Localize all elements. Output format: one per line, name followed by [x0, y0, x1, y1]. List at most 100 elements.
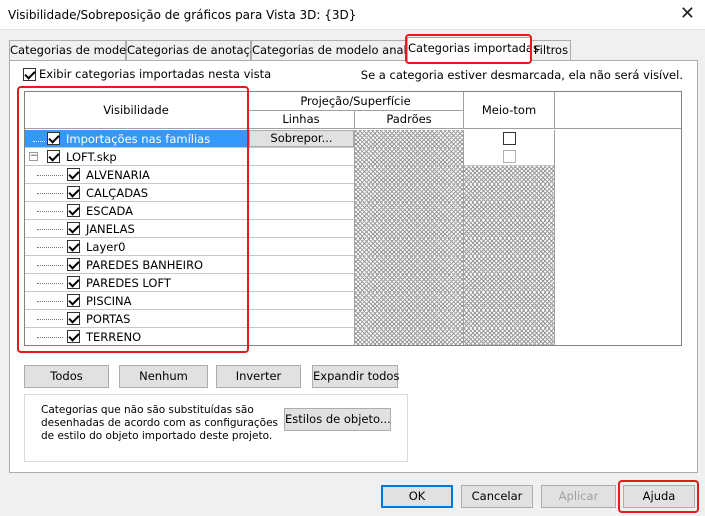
category-label: CALÇADAS	[86, 186, 149, 200]
halftone-cell[interactable]	[464, 238, 555, 256]
patterns-cell	[355, 292, 464, 310]
lines-cell[interactable]	[248, 220, 355, 238]
visibility-checkbox[interactable]	[67, 294, 80, 307]
visibility-checkbox[interactable]	[67, 222, 80, 235]
grid-row[interactable]: JANELAS	[25, 220, 555, 238]
header-patterns[interactable]: Padrões	[355, 111, 464, 129]
halftone-cell[interactable]	[464, 292, 555, 310]
lines-cell[interactable]	[248, 148, 355, 166]
grid-row[interactable]: TERRENO	[25, 328, 555, 345]
help-button[interactable]: Ajuda	[623, 485, 695, 508]
invert-button[interactable]: Inverter	[216, 365, 301, 388]
lines-cell[interactable]	[248, 238, 355, 256]
show-imported-label: Exibir categorias importadas nesta vista	[39, 67, 272, 81]
halftone-cell[interactable]	[464, 256, 555, 274]
lines-cell[interactable]	[248, 292, 355, 310]
lines-cell[interactable]	[248, 166, 355, 184]
visibility-cell: Importações nas famílias	[25, 130, 248, 148]
halftone-cell[interactable]	[464, 184, 555, 202]
patterns-cell	[355, 220, 464, 238]
category-label: ESCADA	[86, 204, 133, 218]
select-none-button[interactable]: Nenhum	[119, 365, 208, 388]
lines-cell[interactable]	[248, 256, 355, 274]
apply-button[interactable]: Aplicar	[541, 485, 616, 508]
visibility-cell: JANELAS	[25, 220, 248, 238]
grid-row[interactable]: PISCINA	[25, 292, 555, 310]
grid-row[interactable]: Importações nas famílias Sobrepor...	[25, 130, 555, 148]
tree-connector	[33, 141, 45, 142]
patterns-cell	[355, 256, 464, 274]
halftone-cell[interactable]	[464, 310, 555, 328]
info-box: Categorias que não são substituídas são …	[24, 394, 408, 462]
header-visibility[interactable]: Visibilidade	[25, 92, 248, 129]
title-bar: Visibilidade/Sobreposição de gráficos pa…	[0, 0, 705, 30]
halftone-cell[interactable]	[464, 274, 555, 292]
patterns-cell	[355, 238, 464, 256]
grid-row[interactable]: ESCADA	[25, 202, 555, 220]
halftone-cell[interactable]	[464, 130, 555, 148]
visibility-checkbox[interactable]	[67, 258, 80, 271]
override-button[interactable]: Sobrepor...	[249, 130, 354, 147]
visibility-checkbox[interactable]	[67, 276, 80, 289]
collapse-icon[interactable]: −	[29, 152, 38, 161]
cancel-button[interactable]: Cancelar	[461, 485, 533, 508]
tab-analytical-model-categories[interactable]: Categorias de modelo analítico	[251, 40, 431, 60]
halftone-cell[interactable]	[464, 202, 555, 220]
lines-cell[interactable]	[248, 202, 355, 220]
grid-row[interactable]: ALVENARIA	[25, 166, 555, 184]
tab-label: Categorias de modelo analítico	[252, 43, 431, 57]
tab-model-categories[interactable]: Categorias de modelo	[9, 40, 137, 60]
tree-connector	[37, 175, 63, 176]
grid-row[interactable]: − LOFT.skp	[25, 148, 555, 166]
halftone-cell[interactable]	[464, 148, 555, 166]
grid-row[interactable]: CALÇADAS	[25, 184, 555, 202]
ok-button[interactable]: OK	[381, 485, 453, 508]
halftone-cell[interactable]	[464, 166, 555, 184]
visibility-cell: PORTAS	[25, 310, 248, 328]
visibility-cell: TERRENO	[25, 328, 248, 345]
halftone-checkbox[interactable]	[503, 150, 516, 163]
category-label: PORTAS	[86, 312, 131, 326]
header-halftone[interactable]: Meio-tom	[464, 92, 555, 129]
visibility-checkbox[interactable]	[47, 150, 60, 163]
category-label: LOFT.skp	[66, 150, 117, 164]
lines-cell[interactable]	[248, 274, 355, 292]
tab-annotation-categories[interactable]: Categorias de anotação	[126, 40, 264, 60]
info-text: Categorias que não são substituídas são …	[41, 404, 279, 442]
header-lines[interactable]: Linhas	[248, 111, 355, 129]
grid-row[interactable]: PAREDES LOFT	[25, 274, 555, 292]
visibility-checkbox[interactable]	[47, 132, 60, 145]
close-icon[interactable]: ✕	[680, 3, 695, 24]
visibility-checkbox[interactable]	[67, 186, 80, 199]
category-label: Importações nas famílias	[66, 132, 211, 146]
grid-row[interactable]: PORTAS	[25, 310, 555, 328]
lines-cell[interactable]	[248, 184, 355, 202]
visibility-checkbox[interactable]	[67, 312, 80, 325]
lines-cell[interactable]	[248, 328, 355, 345]
category-label: PAREDES LOFT	[86, 276, 171, 290]
visibility-cell: ESCADA	[25, 202, 248, 220]
visibility-cell: − LOFT.skp	[25, 148, 248, 166]
show-imported-checkbox[interactable]: Exibir categorias importadas nesta vista	[23, 67, 271, 81]
patterns-cell	[355, 148, 464, 166]
header-empty	[555, 92, 681, 129]
grid-row[interactable]: PAREDES BANHEIRO	[25, 256, 555, 274]
visibility-checkbox[interactable]	[67, 330, 80, 343]
patterns-cell	[355, 130, 464, 148]
halftone-cell[interactable]	[464, 328, 555, 345]
object-styles-button[interactable]: Estilos de objeto...	[284, 408, 391, 431]
grid-row[interactable]: Layer0	[25, 238, 555, 256]
visibility-checkbox[interactable]	[67, 240, 80, 253]
expand-all-button[interactable]: Expandir todos	[312, 365, 399, 388]
select-all-button[interactable]: Todos	[24, 365, 109, 388]
lines-cell[interactable]	[248, 310, 355, 328]
checkbox-icon[interactable]	[23, 68, 36, 81]
category-label: PISCINA	[86, 294, 132, 308]
category-label: ALVENARIA	[86, 168, 150, 182]
category-label: JANELAS	[86, 222, 135, 236]
visibility-checkbox[interactable]	[67, 204, 80, 217]
halftone-checkbox[interactable]	[503, 132, 516, 145]
halftone-cell[interactable]	[464, 220, 555, 238]
tab-imported-categories[interactable]: Categorias importadas	[407, 37, 539, 61]
visibility-checkbox[interactable]	[67, 168, 80, 181]
